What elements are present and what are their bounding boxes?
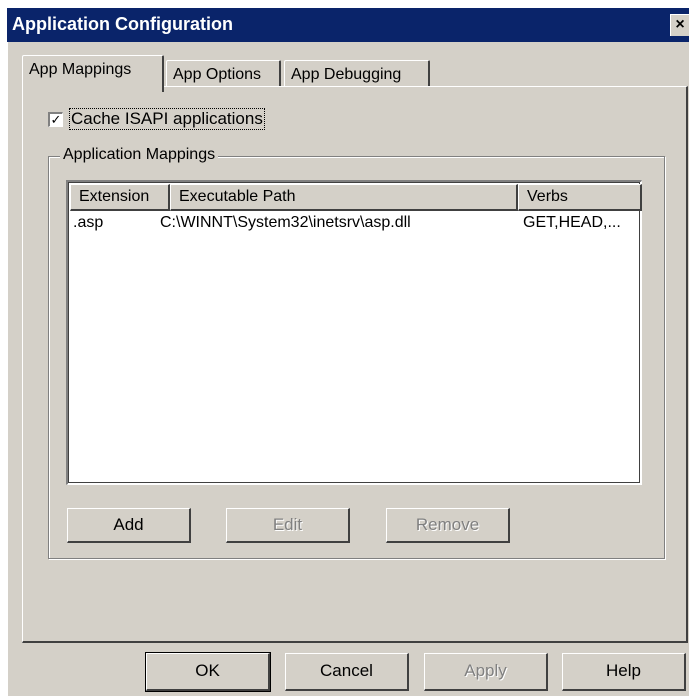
cancel-button[interactable]: Cancel [285, 653, 409, 691]
cell-extension: .asp [73, 214, 104, 231]
edit-label: Edit [272, 515, 303, 534]
list-header: Extension Executable Path Verbs [70, 184, 642, 211]
checkmark-icon: ✓ [50, 111, 62, 127]
cell-verbs: GET,HEAD,... [523, 214, 621, 231]
help-button[interactable]: Help [562, 653, 686, 691]
title-bar[interactable]: Application Configuration × [7, 8, 689, 42]
apply-label: Apply [464, 661, 507, 680]
tab-app-mappings[interactable]: App Mappings [22, 55, 164, 92]
help-label: Help [606, 661, 641, 680]
column-header-extension[interactable]: Extension [70, 184, 170, 211]
column-header-executable-path[interactable]: Executable Path [170, 184, 518, 211]
close-button[interactable]: × [670, 14, 689, 36]
cancel-label: Cancel [320, 661, 373, 680]
mappings-list[interactable]: Extension Executable Path Verbs .asp C:\… [66, 180, 642, 485]
tab-label: App Options [173, 66, 262, 83]
apply-button[interactable]: Apply [424, 653, 548, 691]
tab-label: App Debugging [291, 66, 402, 83]
add-label: Add [113, 515, 144, 534]
ok-button[interactable]: OK [145, 652, 271, 692]
cache-isapi-option[interactable]: ✓ Cache ISAPI applications [48, 108, 265, 130]
column-header-verbs[interactable]: Verbs [518, 184, 642, 211]
close-icon: × [675, 16, 685, 33]
ok-label: OK [195, 661, 220, 680]
add-button[interactable]: Add [67, 508, 191, 543]
remove-label: Remove [415, 515, 480, 534]
edit-button[interactable]: Edit [226, 508, 350, 543]
cell-executable-path: C:\WINNT\System32\inetsrv\asp.dll [160, 214, 411, 231]
tab-label: App Mappings [29, 61, 132, 78]
cache-isapi-checkbox[interactable]: ✓ [48, 111, 63, 127]
cache-isapi-label[interactable]: Cache ISAPI applications [69, 108, 265, 130]
group-label: Application Mappings [60, 146, 219, 164]
remove-button[interactable]: Remove [386, 508, 510, 543]
window-title: Application Configuration [12, 14, 233, 34]
